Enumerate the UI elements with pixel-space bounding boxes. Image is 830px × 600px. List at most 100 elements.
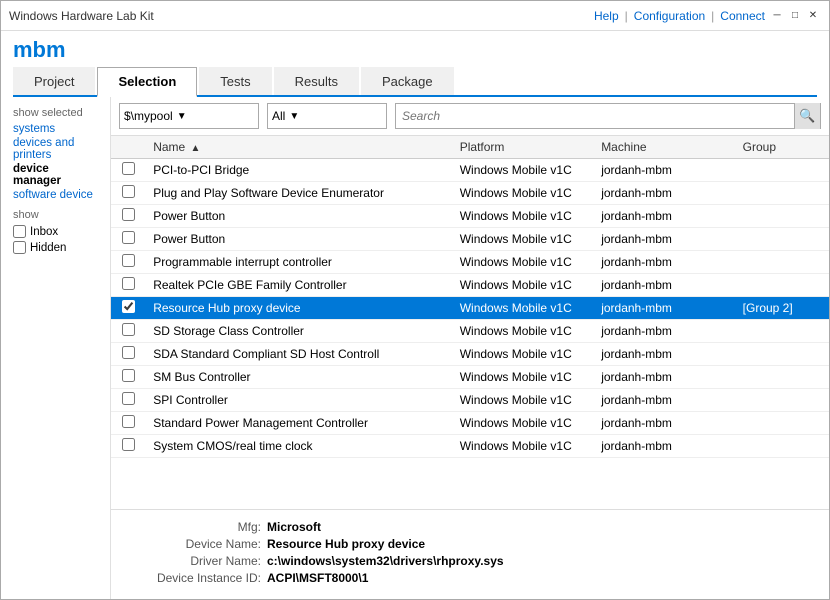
row-group xyxy=(735,412,829,435)
row-checkbox-cell xyxy=(111,343,145,366)
sep1: | xyxy=(625,9,628,23)
row-checkbox[interactable] xyxy=(122,438,135,451)
row-platform: Windows Mobile v1C xyxy=(452,159,593,182)
row-platform: Windows Mobile v1C xyxy=(452,297,593,320)
row-machine: jordanh-mbm xyxy=(593,343,734,366)
sidebar-device-manager[interactable]: device manager xyxy=(13,163,98,187)
table-row[interactable]: PCI-to-PCI BridgeWindows Mobile v1Cjorda… xyxy=(111,159,829,182)
row-checkbox[interactable] xyxy=(122,162,135,175)
detail-panel: Mfg:MicrosoftDevice Name:Resource Hub pr… xyxy=(111,509,829,599)
table-row[interactable]: SD Storage Class ControllerWindows Mobil… xyxy=(111,320,829,343)
row-group xyxy=(735,182,829,205)
table-row[interactable]: SPI ControllerWindows Mobile v1Cjordanh-… xyxy=(111,389,829,412)
hidden-checkbox-row: Hidden xyxy=(13,241,98,254)
row-checkbox[interactable] xyxy=(122,277,135,290)
col-header-name[interactable]: Name ▲ xyxy=(145,136,452,159)
row-platform: Windows Mobile v1C xyxy=(452,274,593,297)
table-row[interactable]: Power ButtonWindows Mobile v1Cjordanh-mb… xyxy=(111,205,829,228)
row-group xyxy=(735,320,829,343)
row-name: SDA Standard Compliant SD Host Controll xyxy=(145,343,452,366)
table-row[interactable]: Programmable interrupt controllerWindows… xyxy=(111,251,829,274)
close-button[interactable]: ✕ xyxy=(805,8,821,24)
row-group xyxy=(735,159,829,182)
row-platform: Windows Mobile v1C xyxy=(452,366,593,389)
table-row[interactable]: Resource Hub proxy deviceWindows Mobile … xyxy=(111,297,829,320)
inbox-checkbox[interactable] xyxy=(13,225,26,238)
row-machine: jordanh-mbm xyxy=(593,320,734,343)
row-name: Power Button xyxy=(145,205,452,228)
row-checkbox[interactable] xyxy=(122,300,135,313)
row-group xyxy=(735,343,829,366)
row-checkbox-cell xyxy=(111,435,145,458)
row-checkbox[interactable] xyxy=(122,231,135,244)
col-header-platform[interactable]: Platform xyxy=(452,136,593,159)
row-group xyxy=(735,389,829,412)
tab-tests[interactable]: Tests xyxy=(199,67,271,95)
tab-selection[interactable]: Selection xyxy=(97,67,197,97)
row-platform: Windows Mobile v1C xyxy=(452,389,593,412)
sidebar-systems[interactable]: systems xyxy=(13,123,98,135)
row-group: [Group 2] xyxy=(735,297,829,320)
table-container[interactable]: Name ▲ Platform Machine Group PCI-to-PCI… xyxy=(111,136,829,509)
tab-package[interactable]: Package xyxy=(361,67,454,95)
row-checkbox[interactable] xyxy=(122,392,135,405)
search-input[interactable] xyxy=(396,109,794,123)
title-bar: Windows Hardware Lab Kit Help | Configur… xyxy=(1,1,829,31)
table-row[interactable]: Realtek PCIe GBE Family ControllerWindow… xyxy=(111,274,829,297)
detail-row: Device Instance ID:ACPI\MSFT8000\1 xyxy=(131,571,809,585)
row-checkbox[interactable] xyxy=(122,415,135,428)
row-checkbox[interactable] xyxy=(122,369,135,382)
show-selected-label: show selected xyxy=(13,107,98,119)
tab-project[interactable]: Project xyxy=(13,67,95,95)
row-machine: jordanh-mbm xyxy=(593,389,734,412)
detail-label: Device Name: xyxy=(131,537,261,551)
sidebar-software-device[interactable]: software device xyxy=(13,189,98,201)
col-header-group[interactable]: Group xyxy=(735,136,829,159)
help-link[interactable]: Help xyxy=(594,9,619,23)
sidebar-devices-printers[interactable]: devices and printers xyxy=(13,137,98,161)
row-name: SD Storage Class Controller xyxy=(145,320,452,343)
search-button[interactable]: 🔍 xyxy=(794,103,820,129)
table-row[interactable]: SM Bus ControllerWindows Mobile v1Cjorda… xyxy=(111,366,829,389)
row-name: PCI-to-PCI Bridge xyxy=(145,159,452,182)
configuration-link[interactable]: Configuration xyxy=(634,9,705,23)
row-checkbox-cell xyxy=(111,205,145,228)
row-checkbox[interactable] xyxy=(122,208,135,221)
row-platform: Windows Mobile v1C xyxy=(452,205,593,228)
table-row[interactable]: System CMOS/real time clockWindows Mobil… xyxy=(111,435,829,458)
search-icon: 🔍 xyxy=(799,108,815,124)
row-checkbox[interactable] xyxy=(122,323,135,336)
table-row[interactable]: Standard Power Management ControllerWind… xyxy=(111,412,829,435)
table-row[interactable]: Power ButtonWindows Mobile v1Cjordanh-mb… xyxy=(111,228,829,251)
table-row[interactable]: Plug and Play Software Device Enumerator… xyxy=(111,182,829,205)
row-checkbox-cell xyxy=(111,297,145,320)
row-group xyxy=(735,205,829,228)
main-panel: $\mypool ▼ All ▼ 🔍 xyxy=(111,97,829,599)
table-header-row: Name ▲ Platform Machine Group xyxy=(111,136,829,159)
row-checkbox-cell xyxy=(111,228,145,251)
hidden-checkbox[interactable] xyxy=(13,241,26,254)
connect-link[interactable]: Connect xyxy=(720,9,765,23)
filter-dropdown[interactable]: All ▼ xyxy=(267,103,387,129)
inbox-checkbox-row: Inbox xyxy=(13,225,98,238)
detail-value: Microsoft xyxy=(267,520,321,534)
table-body: PCI-to-PCI BridgeWindows Mobile v1Cjorda… xyxy=(111,159,829,458)
sort-arrow-name: ▲ xyxy=(191,143,201,154)
tab-results[interactable]: Results xyxy=(274,67,359,95)
row-checkbox-cell xyxy=(111,251,145,274)
row-checkbox-cell xyxy=(111,159,145,182)
pool-dropdown[interactable]: $\mypool ▼ xyxy=(119,103,259,129)
app-header: mbm Project Selection Tests Results Pack… xyxy=(1,31,829,97)
show-label: show xyxy=(13,209,98,221)
row-checkbox[interactable] xyxy=(122,254,135,267)
minimize-button[interactable]: ─ xyxy=(769,8,785,24)
row-platform: Windows Mobile v1C xyxy=(452,182,593,205)
row-checkbox[interactable] xyxy=(122,346,135,359)
row-checkbox-cell xyxy=(111,412,145,435)
device-table: Name ▲ Platform Machine Group PCI-to-PCI… xyxy=(111,136,829,458)
row-checkbox[interactable] xyxy=(122,185,135,198)
row-machine: jordanh-mbm xyxy=(593,205,734,228)
col-header-machine[interactable]: Machine xyxy=(593,136,734,159)
table-row[interactable]: SDA Standard Compliant SD Host ControllW… xyxy=(111,343,829,366)
restore-button[interactable]: □ xyxy=(787,8,803,24)
